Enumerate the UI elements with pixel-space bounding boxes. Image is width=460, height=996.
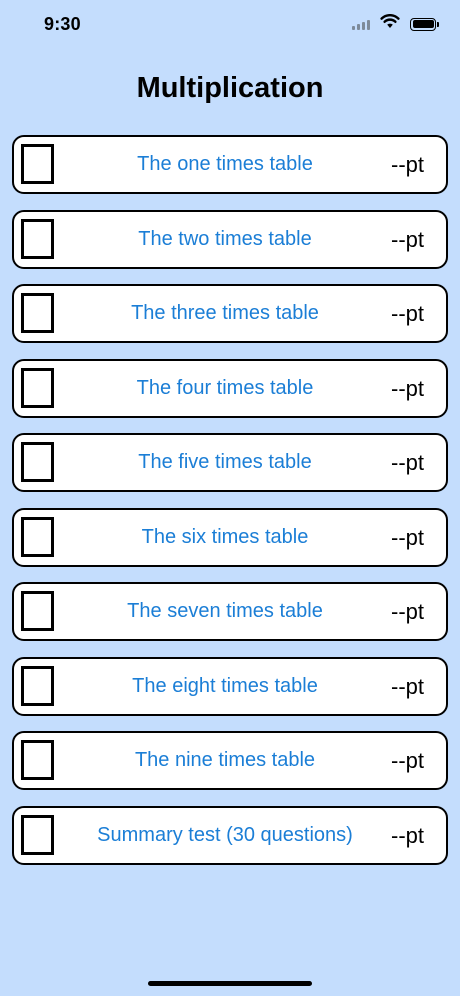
completion-checkbox[interactable]: [21, 591, 54, 631]
status-time: 9:30: [44, 14, 81, 34]
times-table-row-three[interactable]: The three times table --pt: [12, 284, 448, 343]
status-bar: 9:30: [0, 0, 460, 50]
row-label[interactable]: The six times table: [74, 510, 376, 565]
completion-checkbox[interactable]: [21, 516, 54, 557]
times-table-row-six[interactable]: The six times table --pt: [12, 507, 448, 567]
completion-checkbox[interactable]: [21, 367, 54, 408]
times-table-row-two[interactable]: The two times table --pt: [12, 209, 448, 269]
row-label[interactable]: The eight times table: [74, 659, 376, 714]
status-icons: [352, 14, 439, 34]
home-indicator[interactable]: [148, 981, 312, 986]
row-label[interactable]: The nine times table: [74, 733, 376, 788]
times-table-row-one[interactable]: The one times table --pt: [12, 135, 448, 194]
row-label[interactable]: The one times table: [74, 137, 376, 192]
completion-checkbox[interactable]: [21, 293, 54, 333]
times-table-row-four[interactable]: The four times table --pt: [12, 358, 448, 418]
completion-checkbox[interactable]: [21, 740, 54, 780]
row-score: --pt: [391, 822, 424, 848]
summary-test-row[interactable]: Summary test (30 questions) --pt: [12, 805, 448, 865]
row-score: --pt: [391, 152, 424, 177]
row-score: --pt: [391, 748, 424, 773]
completion-checkbox[interactable]: [21, 665, 54, 706]
row-label[interactable]: Summary test (30 questions): [74, 808, 376, 863]
row-score: --pt: [391, 599, 424, 624]
row-label[interactable]: The five times table: [74, 435, 376, 490]
battery-icon: [410, 17, 439, 31]
row-label[interactable]: The seven times table: [74, 584, 376, 639]
completion-checkbox[interactable]: [21, 144, 54, 184]
completion-checkbox[interactable]: [21, 442, 54, 482]
row-score: --pt: [391, 524, 424, 550]
times-table-row-eight[interactable]: The eight times table --pt: [12, 656, 448, 716]
times-table-row-seven[interactable]: The seven times table --pt: [12, 582, 448, 641]
times-table-row-five[interactable]: The five times table --pt: [12, 433, 448, 492]
completion-checkbox[interactable]: [21, 814, 54, 855]
signal-icon: [352, 18, 370, 30]
row-score: --pt: [391, 450, 424, 475]
times-table-list: The one times table --pt The two times t…: [12, 135, 448, 880]
completion-checkbox[interactable]: [21, 218, 54, 259]
row-score: --pt: [391, 673, 424, 699]
row-label[interactable]: The two times table: [74, 212, 376, 267]
row-score: --pt: [391, 375, 424, 401]
times-table-row-nine[interactable]: The nine times table --pt: [12, 731, 448, 790]
page-title: Multiplication: [136, 72, 324, 104]
row-score: --pt: [391, 301, 424, 326]
row-score: --pt: [391, 226, 424, 252]
row-label[interactable]: The four times table: [74, 361, 376, 416]
wifi-icon: [380, 14, 400, 34]
row-label[interactable]: The three times table: [74, 286, 376, 341]
